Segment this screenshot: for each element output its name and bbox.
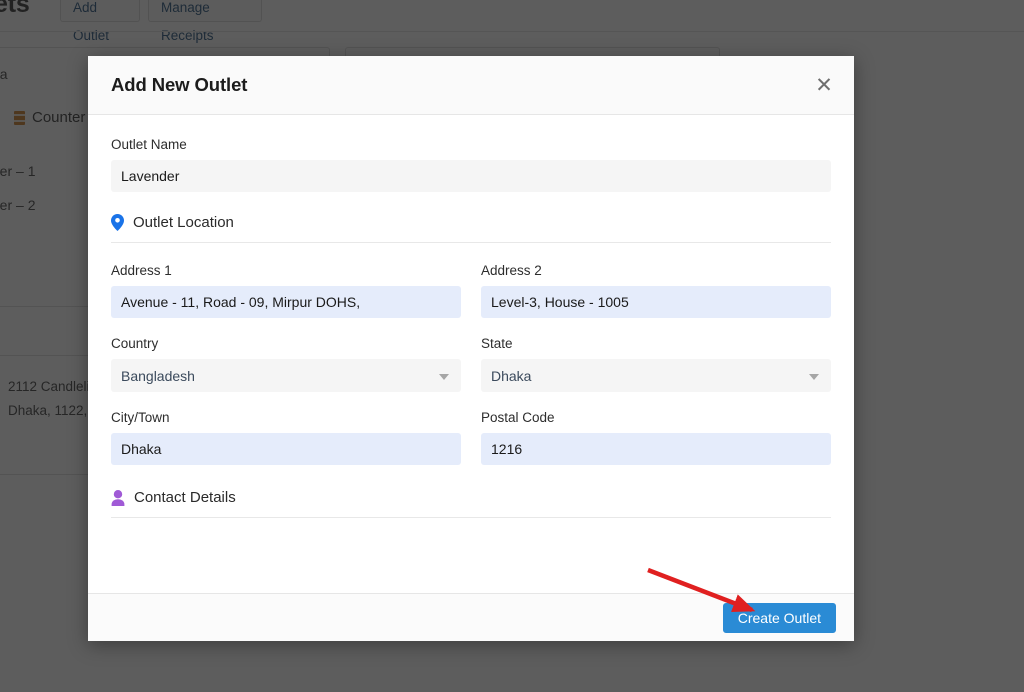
country-state-row: Country State [111, 336, 831, 392]
country-select[interactable] [111, 359, 461, 392]
postal-code-label: Postal Code [481, 410, 831, 425]
outlet-name-field-group: Outlet Name [111, 137, 831, 192]
address1-input[interactable] [111, 286, 461, 318]
country-select-wrapper [111, 359, 461, 392]
contact-details-section-title: Contact Details [134, 489, 236, 506]
contact-details-section-header: Contact Details [111, 489, 831, 518]
dialog-title: Add New Outlet [111, 74, 247, 96]
state-field-group: State [481, 336, 831, 392]
dialog-header: Add New Outlet ✕ [88, 56, 854, 115]
dialog-footer: Create Outlet [88, 593, 854, 641]
city-label: City/Town [111, 410, 461, 425]
add-new-outlet-dialog: Add New Outlet ✕ Outlet Name Outlet Loca… [88, 56, 854, 641]
state-select-wrapper [481, 359, 831, 392]
address-row: Address 1 Address 2 [111, 263, 831, 318]
create-outlet-button[interactable]: Create Outlet [723, 603, 836, 633]
city-field-group: City/Town [111, 410, 461, 465]
postal-code-field-group: Postal Code [481, 410, 831, 465]
city-input[interactable] [111, 433, 461, 465]
address1-field-group: Address 1 [111, 263, 461, 318]
map-pin-icon [111, 214, 124, 231]
outlet-location-section-header: Outlet Location [111, 214, 831, 243]
postal-code-input[interactable] [481, 433, 831, 465]
dialog-body: Outlet Name Outlet Location Address 1 Ad… [88, 115, 854, 593]
close-icon[interactable]: ✕ [809, 70, 839, 100]
outlet-location-section-title: Outlet Location [133, 214, 234, 231]
contact-details-section: Contact Details [111, 489, 831, 518]
address2-label: Address 2 [481, 263, 831, 278]
country-field-group: Country [111, 336, 461, 392]
outlet-name-label: Outlet Name [111, 137, 831, 152]
country-label: Country [111, 336, 461, 351]
address2-input[interactable] [481, 286, 831, 318]
city-postal-row: City/Town Postal Code [111, 410, 831, 465]
state-select[interactable] [481, 359, 831, 392]
address2-field-group: Address 2 [481, 263, 831, 318]
address1-label: Address 1 [111, 263, 461, 278]
outlet-name-input[interactable] [111, 160, 831, 192]
state-label: State [481, 336, 831, 351]
person-icon [111, 490, 125, 506]
